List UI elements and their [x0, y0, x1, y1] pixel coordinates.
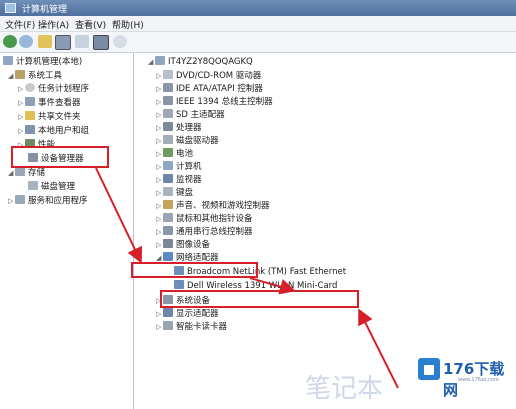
device-category[interactable]: ▷ 显示适配器 — [156, 308, 219, 320]
tree-task-scheduler[interactable]: ▷ 任务计划程序 — [18, 83, 89, 95]
event-viewer-icon — [25, 97, 35, 106]
network-adapter-icon — [163, 252, 173, 261]
device-category[interactable]: ▷ IEEE 1394 总线主控制器 — [156, 96, 273, 108]
menu-help[interactable]: 帮助(H) — [112, 18, 144, 31]
dvd-drive-icon — [163, 70, 173, 79]
device-category[interactable]: ▷ 处理器 — [156, 122, 202, 134]
disk-drive-icon — [163, 135, 173, 144]
menu-action[interactable]: 操作(A) — [38, 18, 69, 31]
smartcard-reader-icon — [163, 321, 173, 330]
sd-host-icon — [163, 109, 173, 118]
logo-icon — [418, 358, 440, 380]
device-category[interactable]: ▷ DVD/CD-ROM 驱动器 — [156, 70, 261, 82]
device-category[interactable]: ▷ SD 主适配器 — [156, 109, 225, 121]
device-category[interactable]: ▷ 监视器 — [156, 174, 202, 186]
back-icon[interactable] — [3, 35, 17, 48]
device-category[interactable]: ▷ 计算机 — [156, 161, 202, 173]
device-category[interactable]: ▷ 通用串行总线控制器 — [156, 226, 253, 238]
window-title: 计算机管理 — [22, 5, 68, 15]
tree-services-apps[interactable]: ▷ 服务和应用程序 — [8, 195, 88, 207]
tree-root[interactable]: 计算机管理(本地) — [3, 56, 82, 68]
refresh-icon[interactable] — [113, 35, 127, 48]
storage-icon — [15, 167, 25, 176]
network-card-icon — [174, 280, 184, 289]
monitor-icon — [163, 174, 173, 183]
highlight-network-adapter — [131, 262, 258, 278]
device-category[interactable]: ▷ 图像设备 — [156, 239, 210, 251]
title-bar: 计算机管理 — [0, 0, 516, 16]
services-icon — [15, 195, 25, 204]
disk-icon — [28, 181, 38, 190]
device-category[interactable]: ▷ 键盘 — [156, 187, 193, 199]
processor-icon — [163, 122, 173, 131]
site-logo: 176下载网 www.176xz.com — [418, 356, 512, 399]
menu-file[interactable]: 文件(F) — [5, 18, 35, 31]
device-category[interactable]: ▷ 磁盘驱动器 — [156, 135, 219, 147]
menu-bar: 文件(F) 操作(A) 查看(V) 帮助(H) — [0, 16, 516, 32]
show-tree-icon[interactable] — [55, 35, 71, 50]
logo-url: www.176xz.com — [458, 377, 499, 383]
computer-icon — [163, 161, 173, 170]
tree-shared-folders[interactable]: ▷ 共享文件夹 — [18, 111, 81, 123]
keyboard-icon — [163, 187, 173, 196]
tree-disk-management[interactable]: 磁盘管理 — [28, 181, 75, 193]
device-category[interactable]: ▷ 声音、视频和游戏控制器 — [156, 200, 270, 212]
background-watermark: 笔记本 — [305, 374, 384, 404]
computer-icon — [155, 56, 165, 65]
menu-view[interactable]: 查看(V) — [75, 18, 106, 31]
computer-management-icon — [5, 3, 16, 13]
properties-icon[interactable] — [93, 35, 109, 50]
device-category[interactable]: ▷ 电池 — [156, 148, 193, 160]
tree-storage[interactable]: ◢ 存储 — [8, 167, 45, 179]
shared-folder-icon — [25, 111, 35, 120]
sound-icon — [163, 200, 173, 209]
camera-icon — [163, 239, 173, 248]
device-category[interactable]: ▷ 智能卡读卡器 — [156, 321, 227, 333]
computer-icon — [3, 56, 13, 65]
display-adapter-icon — [163, 308, 173, 317]
ide-controller-icon — [163, 83, 173, 92]
clock-icon — [25, 83, 35, 92]
battery-icon — [163, 148, 173, 157]
tree-local-users[interactable]: ▷ 本地用户和组 — [18, 125, 89, 137]
forward-icon[interactable] — [19, 35, 33, 48]
toolbar — [0, 32, 516, 53]
tools-icon — [15, 70, 25, 79]
help-icon[interactable] — [75, 35, 89, 48]
highlight-wlan-card — [160, 290, 359, 308]
tree-event-viewer[interactable]: ▷ 事件查看器 — [18, 97, 81, 109]
device-tree-root[interactable]: ◢ IT4YZ2Y8QOQAGKQ — [148, 56, 253, 68]
device-category[interactable]: ▷ IDE ATA/ATAPI 控制器 — [156, 83, 263, 95]
ieee1394-icon — [163, 96, 173, 105]
console-tree: 计算机管理(本地) ◢ 系统工具 ▷ 任务计划程序 ▷ 事件查看器 ▷ 共享文件夹 ▷ 本… — [0, 53, 134, 409]
highlight-device-manager — [11, 146, 109, 168]
up-folder-icon[interactable] — [38, 35, 52, 48]
usb-icon — [163, 226, 173, 235]
device-category[interactable]: ▷ 鼠标和其他指针设备 — [156, 213, 253, 225]
mouse-icon — [163, 213, 173, 222]
tree-system-tools[interactable]: ◢ 系统工具 — [8, 70, 62, 82]
users-icon — [25, 125, 35, 134]
